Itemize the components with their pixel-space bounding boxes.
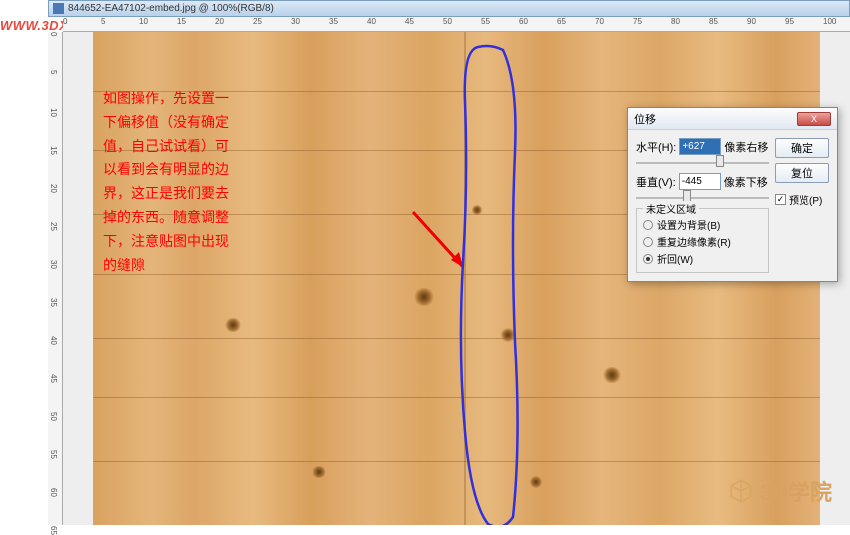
seam-highlight-outline bbox=[443, 42, 563, 525]
horizontal-slider[interactable] bbox=[636, 159, 769, 167]
dialog-title: 位移 bbox=[634, 111, 656, 127]
document-title: 844652-EA47102-embed.jpg @ 100%(RGB/8) bbox=[68, 3, 274, 14]
horizontal-input[interactable] bbox=[679, 138, 721, 155]
preview-checkbox[interactable]: ✓ bbox=[775, 194, 786, 205]
reset-button[interactable]: 复位 bbox=[775, 163, 829, 183]
undefined-area-group: 未定义区域 设置为背景(B) 重复边缘像素(R) 折回(W) bbox=[636, 208, 769, 273]
radio-repeat-edge[interactable]: 重复边缘像素(R) bbox=[643, 234, 762, 249]
document-icon bbox=[53, 3, 64, 14]
vertical-label: 垂直(V): bbox=[636, 174, 676, 190]
ruler-vertical[interactable]: 05101520253035404550556065 bbox=[48, 32, 63, 525]
document-titlebar: 844652-EA47102-embed.jpg @ 100%(RGB/8) bbox=[48, 0, 850, 17]
annotation-text: 如图操作，先设置一下偏移值（没有确定值，自己试试看）可以看到会有明显的边界，这正… bbox=[103, 87, 233, 277]
ruler-horizontal[interactable]: 0510152025303540455055606570758085909510… bbox=[63, 17, 850, 32]
cube-icon bbox=[728, 478, 754, 504]
horizontal-label: 水平(H): bbox=[636, 139, 676, 155]
radio-set-background[interactable]: 设置为背景(B) bbox=[643, 217, 762, 232]
horizontal-unit: 像素右移 bbox=[724, 139, 768, 155]
dialog-titlebar[interactable]: 位移 X bbox=[628, 108, 837, 130]
dialog-close-button[interactable]: X bbox=[797, 112, 831, 126]
ok-button[interactable]: 确定 bbox=[775, 138, 829, 158]
radio-wrap-around[interactable]: 折回(W) bbox=[643, 251, 762, 266]
offset-dialog: 位移 X 水平(H): 像素右移 垂直(V): 像素下移 未定义区域 设置为背景… bbox=[627, 107, 838, 282]
watermark-bottom-right: 3D学院 bbox=[728, 475, 832, 507]
vertical-input[interactable] bbox=[679, 173, 721, 190]
vertical-unit: 像素下移 bbox=[724, 174, 768, 190]
